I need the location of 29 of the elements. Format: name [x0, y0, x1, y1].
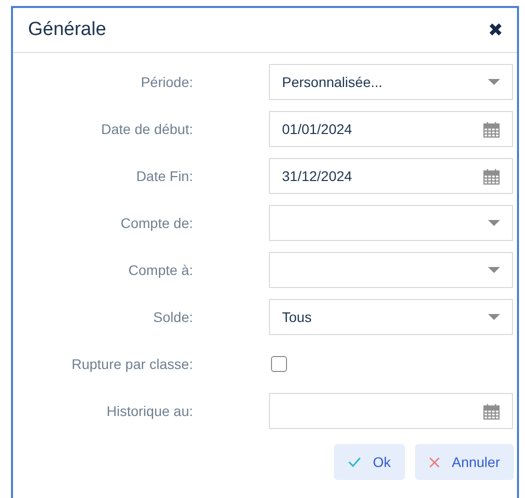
checkbox[interactable]: [271, 356, 287, 372]
calendar-icon: [483, 168, 500, 184]
field-label: Compte de:: [120, 215, 193, 231]
field-label: Rupture par classe:: [70, 356, 193, 372]
field-label: Historique au:: [106, 403, 193, 419]
caret-icon: [488, 267, 500, 273]
dropdown-field[interactable]: [269, 205, 513, 241]
cancel-button[interactable]: Annuler: [414, 444, 514, 480]
field-label: Date de début:: [100, 121, 193, 137]
field-label: Période:: [140, 74, 193, 90]
dialog-title: Générale: [28, 19, 106, 41]
dropdown-field[interactable]: [269, 252, 513, 288]
field-label: Solde:: [152, 309, 193, 325]
close-button[interactable]: ✖: [488, 19, 503, 41]
field-label: Compte à:: [127, 262, 193, 278]
check-icon: [348, 457, 361, 467]
date-field[interactable]: 01/01/2024: [269, 111, 513, 147]
calendar-icon: [483, 120, 500, 138]
close-icon: [428, 456, 440, 468]
date-field[interactable]: 31/12/2024: [269, 158, 513, 194]
ok-button[interactable]: Ok: [334, 444, 405, 480]
calendar-icon: [483, 402, 500, 420]
dropdown-field[interactable]: Personnalisée...: [269, 64, 513, 100]
field-label: Date Fin:: [135, 168, 193, 184]
caret-icon: [488, 220, 500, 226]
caret-icon: [488, 79, 500, 85]
caret-icon: [488, 314, 500, 320]
dropdown-field[interactable]: Tous: [269, 299, 513, 335]
date-field[interactable]: [269, 393, 513, 429]
